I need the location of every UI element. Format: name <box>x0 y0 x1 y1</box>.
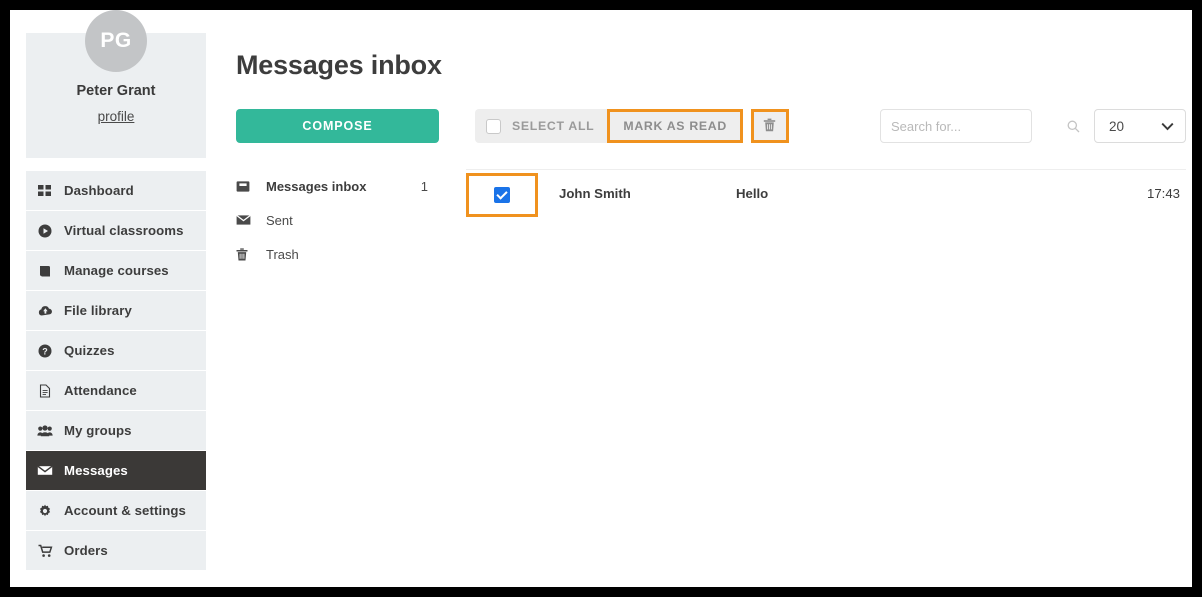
compose-button[interactable]: COMPOSE <box>236 109 439 143</box>
mark-as-read-highlight: MARK AS READ <box>607 109 743 143</box>
page-size-select[interactable]: 20 <box>1094 109 1186 143</box>
sidebar-item-label: Orders <box>64 543 108 558</box>
book-icon <box>26 264 64 278</box>
folder-label: Messages inbox <box>266 178 367 194</box>
delete-highlight <box>750 109 789 143</box>
chevron-down-icon <box>1161 122 1174 131</box>
sidebar-item-label: Account & settings <box>64 503 186 518</box>
sidebar-item-orders[interactable]: Orders <box>26 531 206 570</box>
sidebar-item-messages[interactable]: Messages <box>26 451 206 490</box>
grid-icon <box>26 184 64 198</box>
search-icon <box>1067 120 1080 133</box>
sidebar-item-attendance[interactable]: Attendance <box>26 371 206 410</box>
message-list: John Smith Hello 17:43 <box>466 169 1186 217</box>
play-circle-icon <box>26 224 64 238</box>
message-checkbox-highlight <box>466 173 538 217</box>
sidebar-item-label: File library <box>64 303 132 318</box>
envelope-icon <box>236 214 266 226</box>
sidebar-item-label: Messages <box>64 463 128 478</box>
folder-trash[interactable]: Trash <box>236 237 436 271</box>
question-circle-icon: ? <box>26 344 64 358</box>
sidebar-item-dashboard[interactable]: Dashboard <box>26 171 206 210</box>
table-row[interactable]: John Smith Hello 17:43 <box>466 169 1186 217</box>
sidebar-item-account-settings[interactable]: Account & settings <box>26 491 206 530</box>
mark-as-read-button[interactable]: MARK AS READ <box>610 112 740 140</box>
message-subject: Hello <box>736 186 769 201</box>
sidebar-item-label: Dashboard <box>64 183 134 198</box>
cloud-upload-icon <box>26 304 64 318</box>
select-all-label: SELECT ALL <box>512 119 595 133</box>
app-window: PG Peter Grant profile Dashboard Virtual… <box>10 10 1192 587</box>
sidebar-item-label: Manage courses <box>64 263 169 278</box>
sidebar-item-manage-courses[interactable]: Manage courses <box>26 251 206 290</box>
main-content: Messages inbox COMPOSE SELECT ALL MARK A… <box>236 10 1192 587</box>
trash-icon <box>236 247 266 261</box>
sidebar-item-virtual-classrooms[interactable]: Virtual classrooms <box>26 211 206 250</box>
page-title: Messages inbox <box>236 50 442 80</box>
folder-count: 1 <box>420 178 428 194</box>
folder-sent[interactable]: Sent <box>236 203 436 237</box>
toolbar: COMPOSE SELECT ALL MARK AS READ Search f… <box>236 109 1192 145</box>
sidebar-item-label: Quizzes <box>64 343 115 358</box>
cart-icon <box>26 544 64 558</box>
sidebar-item-label: Virtual classrooms <box>64 223 184 238</box>
select-all-checkbox[interactable] <box>486 118 501 134</box>
sidebar-nav: Dashboard Virtual classrooms Manage cour… <box>26 171 206 570</box>
message-sender: John Smith <box>559 186 631 201</box>
search-input[interactable] <box>891 118 1067 134</box>
message-time: 17:43 <box>1146 186 1180 201</box>
document-icon <box>26 383 64 398</box>
sidebar-item-label: Attendance <box>64 383 137 398</box>
avatar: PG <box>85 10 147 72</box>
search-box[interactable] <box>880 109 1080 143</box>
sidebar-item-my-groups[interactable]: My groups <box>26 411 206 450</box>
trash-icon <box>763 118 776 135</box>
sidebar-item-file-library[interactable]: File library <box>26 291 206 330</box>
sidebar: PG Peter Grant profile Dashboard Virtual… <box>26 10 206 587</box>
select-all-control[interactable]: SELECT ALL <box>475 109 608 143</box>
page-size-value: 20 <box>1109 118 1125 134</box>
users-icon <box>26 424 64 438</box>
sidebar-item-quizzes[interactable]: ? Quizzes <box>26 331 206 370</box>
message-checkbox[interactable] <box>494 187 510 203</box>
delete-button[interactable] <box>753 112 786 140</box>
bulk-actions-group: SELECT ALL MARK AS READ <box>475 109 789 143</box>
folder-label: Trash <box>266 246 299 262</box>
sidebar-item-label: My groups <box>64 423 132 438</box>
profile-card: PG Peter Grant profile <box>26 10 206 158</box>
inbox-icon <box>236 180 266 193</box>
folder-list: Messages inbox 1 Sent Trash <box>236 169 436 271</box>
gear-icon <box>26 504 64 518</box>
svg-text:?: ? <box>42 346 48 356</box>
profile-link[interactable]: profile <box>98 109 135 124</box>
folder-messages-inbox[interactable]: Messages inbox 1 <box>236 169 436 203</box>
envelope-icon <box>26 464 64 477</box>
folder-label: Sent <box>266 212 293 228</box>
